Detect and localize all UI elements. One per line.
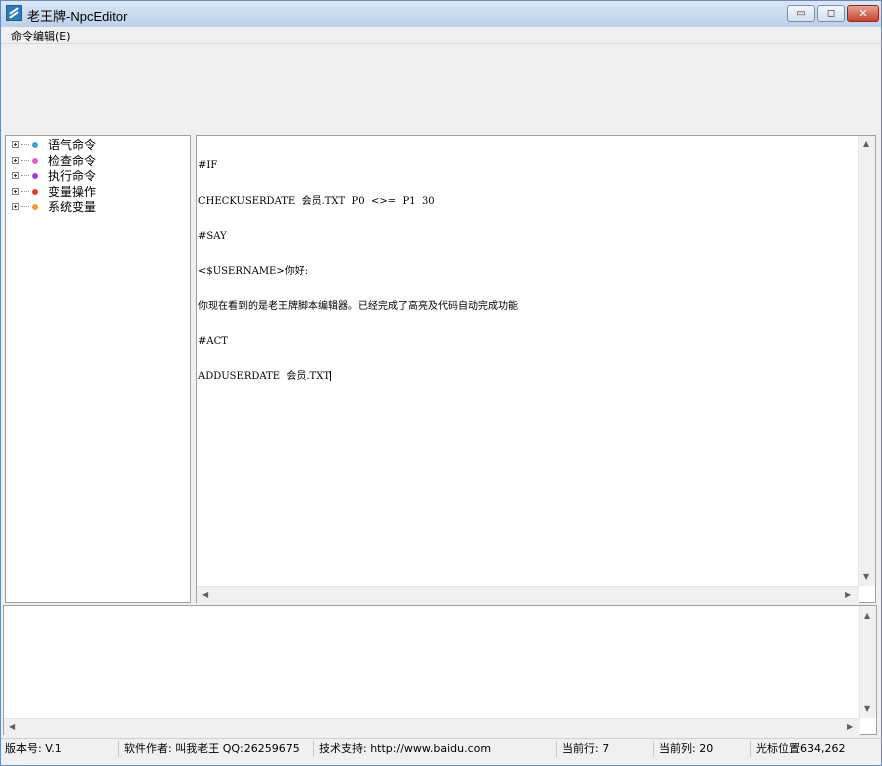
tree-item-exec-commands[interactable]: 执行命令 <box>12 168 96 183</box>
tree-item-label: 系统变量 <box>48 200 97 214</box>
app-icon <box>6 5 22 21</box>
code-line: 你现在看到的是老王牌脚本编辑器。已经完成了高亮及代码自动完成功能 <box>198 300 518 312</box>
status-bar: 版本号: V.1 软件作者: 叫我老王 QQ:26259675 技术支持: ht… <box>1 738 881 759</box>
code-line: CHECKUSERDATE 会员.TXT P0 <>= P1 30 <box>198 195 435 207</box>
node-icon <box>32 188 38 195</box>
status-current-col: 当前列: 20 <box>655 741 751 757</box>
status-version: 版本号: V.1 <box>1 741 119 757</box>
node-icon <box>32 203 38 210</box>
text-cursor <box>330 371 332 382</box>
expand-icon[interactable] <box>12 172 19 179</box>
menu-command-edit[interactable]: 命令编辑(E) <box>11 28 71 44</box>
tree-item-system-vars[interactable]: 系统变量 <box>12 199 96 214</box>
node-icon <box>32 141 38 148</box>
command-tree[interactable]: 语气命令 检查命令 执行命令 变量操作 系统变量 <box>5 135 191 603</box>
scroll-left-icon[interactable]: ◀ <box>9 722 15 731</box>
node-icon <box>32 172 38 179</box>
scroll-down-icon[interactable]: ▼ <box>863 572 869 581</box>
output-panel[interactable]: ▲ ▼ ◀ ▶ <box>3 605 877 735</box>
window-title: 老王牌-NpcEditor <box>27 9 128 24</box>
maximize-button[interactable]: ◻ <box>817 5 845 22</box>
expand-icon[interactable] <box>12 188 19 195</box>
status-support: 技术支持: http://www.baidu.com <box>315 741 557 757</box>
output-horizontal-scrollbar[interactable]: ◀ ▶ <box>4 718 860 735</box>
scroll-down-icon[interactable]: ▼ <box>864 704 870 713</box>
title-bar[interactable]: 老王牌-NpcEditor ▭ ◻ ✕ <box>1 1 881 27</box>
code-line: #IF <box>198 160 218 172</box>
script-editor[interactable]: #IF CHECKUSERDATE 会员.TXT P0 <>= P1 30 #S… <box>196 135 876 603</box>
status-current-row: 当前行: 7 <box>558 741 654 757</box>
scroll-up-icon[interactable]: ▲ <box>863 139 869 148</box>
code-line-last: ADDUSERDATE 会员.TXT <box>198 371 858 383</box>
menu-bar: 命令编辑(E) <box>1 27 881 44</box>
status-author: 软件作者: 叫我老王 QQ:26259675 <box>120 741 314 757</box>
close-button[interactable]: ✕ <box>847 5 879 22</box>
minimize-button[interactable]: ▭ <box>787 5 815 22</box>
output-vertical-scrollbar[interactable]: ▲ ▼ <box>859 606 876 718</box>
expand-icon[interactable] <box>12 203 19 210</box>
tree-item-check-commands[interactable]: 检查命令 <box>12 153 96 168</box>
editor-vertical-scrollbar[interactable]: ▲ ▼ <box>858 136 875 586</box>
node-icon <box>32 157 38 164</box>
code-line: <$USERNAME>你好: <box>198 265 309 277</box>
code-line-text: ADDUSERDATE 会员.TXT <box>198 370 331 382</box>
tree-item-tone-commands[interactable]: 语气命令 <box>12 137 96 152</box>
tree-item-label: 执行命令 <box>48 169 97 183</box>
status-cursor-position: 光标位置634,262 <box>756 742 846 755</box>
code-line: #SAY <box>198 230 227 242</box>
code-line: #ACT <box>198 335 228 347</box>
app-window: 老王牌-NpcEditor ▭ ◻ ✕ 命令编辑(E) 语气命令 检查命令 执行… <box>0 0 882 766</box>
scroll-right-icon[interactable]: ▶ <box>847 722 853 731</box>
code-area[interactable]: #IF CHECKUSERDATE 会员.TXT P0 <>= P1 30 #S… <box>198 137 858 406</box>
scroll-left-icon[interactable]: ◀ <box>202 590 208 599</box>
expand-icon[interactable] <box>12 157 19 164</box>
editor-horizontal-scrollbar[interactable]: ◀ ▶ <box>197 586 859 603</box>
tree-item-variable-ops[interactable]: 变量操作 <box>12 184 96 199</box>
toolbar-area <box>1 44 881 134</box>
scroll-right-icon[interactable]: ▶ <box>845 590 851 599</box>
scroll-up-icon[interactable]: ▲ <box>864 611 870 620</box>
tree-item-label: 语气命令 <box>48 138 97 152</box>
expand-icon[interactable] <box>12 141 19 148</box>
